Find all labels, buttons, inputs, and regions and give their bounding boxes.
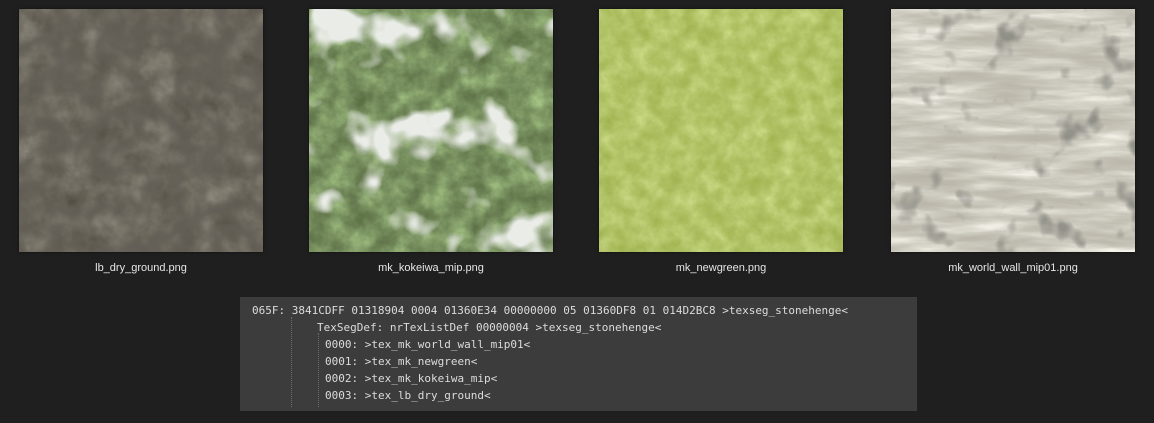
code-panel: 065F: 3841CDFF 01318904 0004 01360E34 00… [240, 297, 917, 411]
code-texsegdef-line: TexSegDef: nrTexListDef 00000004 >texseg… [317, 321, 662, 334]
dry-ground-texture-image [19, 9, 263, 252]
indent-guide [291, 317, 292, 407]
texture-viewer: lb_dry_ground.png mk_kokeiwa_mip.png mk_… [0, 0, 1154, 423]
thumbnail-lb-dry-ground[interactable] [19, 9, 263, 252]
code-entry-line: 0000: >tex_mk_world_wall_mip01< [325, 338, 531, 351]
grass-texture-image [599, 9, 843, 252]
thumbnail-mk-newgreen[interactable] [599, 9, 843, 252]
code-entry-line: 0001: >tex_mk_newgreen< [325, 355, 478, 368]
code-entry-line: 0002: >tex_mk_kokeiwa_mip< [325, 372, 498, 385]
code-header-line: 065F: 3841CDFF 01318904 0004 01360E34 00… [252, 304, 849, 317]
code-entry-line: 0003: >tex_lb_dry_ground< [325, 389, 491, 402]
thumbnail-caption: mk_newgreen.png [675, 262, 767, 274]
thumbnail-caption: mk_kokeiwa_mip.png [378, 262, 484, 274]
thumbnail-caption: mk_world_wall_mip01.png [948, 262, 1078, 274]
indent-guide [318, 333, 319, 407]
stone-wall-texture-image [891, 9, 1135, 252]
mossy-rock-texture-image [309, 9, 553, 252]
thumbnail-caption: lb_dry_ground.png [95, 262, 187, 274]
thumbnail-mk-world-wall-mip01[interactable] [891, 9, 1135, 252]
thumbnail-mk-kokeiwa-mip[interactable] [309, 9, 553, 252]
